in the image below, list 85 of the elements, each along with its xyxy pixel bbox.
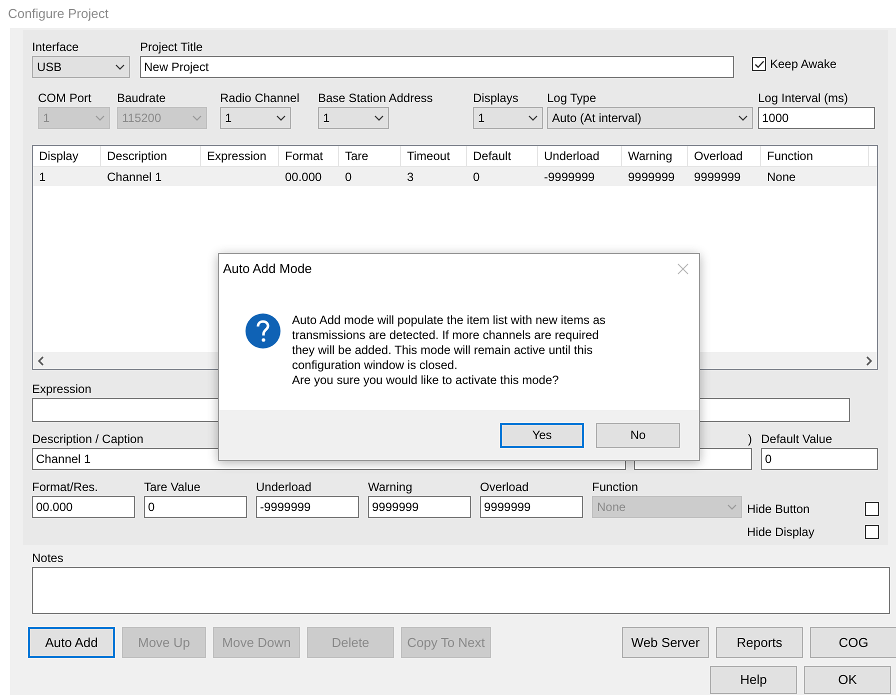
input-field[interactable]: 0 [144, 496, 247, 518]
chevron-down-icon [727, 504, 737, 510]
table-cell-text: 1 [39, 168, 46, 186]
checkbox-label: Hide Button [747, 501, 810, 518]
field-label: Baudrate [117, 91, 166, 105]
checkbox-label: Keep Awake [770, 56, 836, 73]
field-label: Log Type [547, 91, 596, 105]
field-label: Log Interval (ms) [758, 91, 848, 105]
field-label: Interface [32, 40, 79, 54]
field-label: Warning [368, 480, 412, 494]
input-field[interactable]: 9999999 [480, 496, 583, 518]
button[interactable]: Help [710, 666, 797, 694]
table-row[interactable]: 1 Channel 1 00.000 0 3 0 -9999999 9999999 9999999 None [33, 167, 877, 186]
input-field[interactable]: 9999999 [368, 496, 471, 518]
scroll-left-icon[interactable] [37, 356, 45, 366]
chevron-down-icon [95, 115, 105, 121]
table-cell-text: -9999999 [544, 168, 595, 186]
dropdown[interactable]: USB [32, 56, 130, 78]
input-field[interactable]: 0 [761, 448, 878, 470]
checkbox[interactable] [865, 525, 879, 539]
field-label: ) [748, 432, 752, 446]
input-field[interactable]: 00.000 [32, 496, 135, 518]
checkbox-label: Hide Display [747, 524, 814, 541]
column-header[interactable]: Underload [538, 146, 622, 166]
dialog-message: Are you sure you would like to activate this mode? [292, 373, 560, 388]
column-header[interactable]: Expression [201, 146, 279, 166]
column-header[interactable]: Display [33, 146, 101, 166]
chevron-down-icon [738, 115, 748, 121]
field-label: Radio Channel [220, 91, 300, 105]
field-label: Format/Res. [32, 480, 98, 494]
field-label: Underload [256, 480, 312, 494]
scroll-right-icon[interactable] [865, 356, 873, 366]
input-field[interactable]: 1000 [758, 107, 875, 129]
table-cell-text: 3 [407, 168, 414, 186]
button[interactable]: OK [804, 666, 891, 694]
field-label: Displays [473, 91, 518, 105]
chevron-down-icon [276, 115, 286, 121]
field-label: Description / Caption [32, 432, 144, 446]
table-cell-text: None [767, 168, 796, 186]
chevron-down-icon [192, 115, 202, 121]
dropdown[interactable]: 1 [220, 107, 291, 129]
field-label: Expression [32, 382, 92, 396]
field-label: Tare Value [144, 480, 200, 494]
column-header[interactable]: Warning [622, 146, 688, 166]
notes-field[interactable] [32, 567, 890, 614]
field-label: Overload [480, 480, 529, 494]
dropdown[interactable]: Auto (At interval) [547, 107, 753, 129]
dialog-message: Auto Add mode will populate the item list with new items as transmissions are detected. If more channels are required they will be added. This mode will remain active until this configuration window is closed. [292, 313, 606, 373]
column-header[interactable]: Overload [688, 146, 761, 166]
checkbox[interactable] [752, 57, 766, 71]
column-header[interactable]: Function [761, 146, 869, 166]
input-field[interactable]: New Project [140, 56, 734, 78]
table-cell-text: 9999999 [628, 168, 675, 186]
button[interactable]: Web Server [622, 627, 709, 658]
dropdown[interactable]: 1 [318, 107, 389, 129]
column-header[interactable]: Format [279, 146, 339, 166]
window-title: Configure Project [8, 6, 108, 21]
table-cell-text: 00.000 [285, 168, 322, 186]
column-header[interactable]: Default [467, 146, 538, 166]
chevron-down-icon [374, 115, 384, 121]
dropdown[interactable]: 1 [473, 107, 543, 129]
button[interactable]: Reports [716, 627, 803, 658]
chevron-down-icon [528, 115, 538, 121]
field-label: Base Station Address [318, 91, 433, 105]
column-header[interactable]: Tare [339, 146, 401, 166]
input-field[interactable]: -9999999 [256, 496, 359, 518]
table-cell-text: 0 [473, 168, 480, 186]
table-cell-text: 0 [345, 168, 352, 186]
button[interactable]: Auto Add [28, 627, 115, 658]
button[interactable]: Yes [500, 422, 584, 448]
column-header[interactable]: Timeout [401, 146, 467, 166]
dialog-title: Auto Add Mode [223, 260, 312, 278]
column-header[interactable]: Description [101, 146, 201, 166]
field-label: COM Port [38, 91, 92, 105]
table-cell-text: 9999999 [694, 168, 741, 186]
field-label: Default Value [761, 432, 832, 446]
field-label: Project Title [140, 40, 203, 54]
field-label: Function [592, 480, 638, 494]
checkbox[interactable] [865, 502, 879, 516]
table-cell-text: Channel 1 [107, 168, 162, 186]
chevron-down-icon [115, 64, 125, 70]
button[interactable]: No [596, 422, 680, 448]
question-icon [245, 313, 281, 349]
button[interactable]: COG [810, 627, 896, 658]
field-label: Notes [32, 551, 64, 565]
